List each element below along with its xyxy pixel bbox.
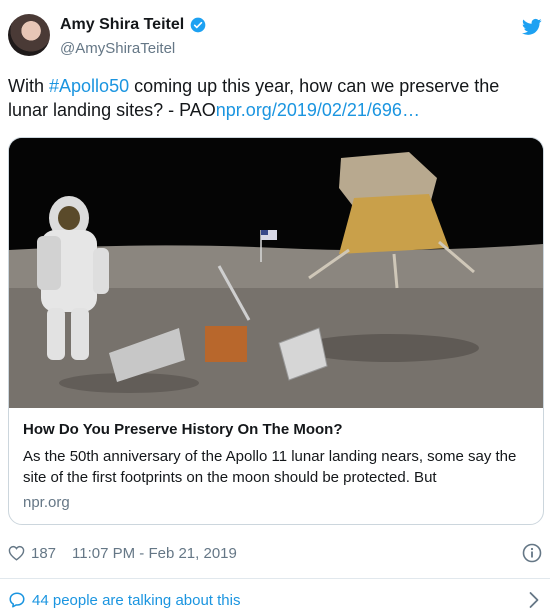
- tweet-text-start: With: [8, 76, 50, 96]
- tweet-meta: 187 11:07 PM - Feb 21, 2019: [8, 542, 542, 564]
- card-title[interactable]: How Do You Preserve History On The Moon?: [23, 420, 529, 440]
- card-body: How Do You Preserve History On The Moon?…: [9, 408, 543, 524]
- talking-about-label[interactable]: 44 people are talking about this: [32, 592, 240, 609]
- hashtag-link[interactable]: #Apollo50: [49, 76, 129, 96]
- tweet-header: Amy Shira Teitel @AmyShiraTeitel: [8, 10, 542, 60]
- moon-landing-photo: [9, 138, 543, 408]
- verified-badge-icon: [190, 17, 206, 33]
- user-handle[interactable]: @AmyShiraTeitel: [60, 40, 175, 57]
- info-icon[interactable]: [522, 543, 542, 563]
- divider: [0, 578, 550, 579]
- tweet-embed: Amy Shira Teitel @AmyShiraTeitel With #A…: [0, 0, 550, 614]
- timestamp[interactable]: 11:07 PM - Feb 21, 2019: [72, 545, 237, 562]
- link-card[interactable]: How Do You Preserve History On The Moon?…: [8, 137, 544, 525]
- article-link[interactable]: npr.org/2019/02/21/696…: [216, 100, 420, 120]
- like-count[interactable]: 187: [31, 545, 56, 562]
- card-description: As the 50th anniversary of the Apollo 11…: [23, 448, 517, 486]
- speech-bubble-icon: [9, 592, 25, 608]
- card-domain: npr.org: [23, 494, 70, 511]
- avatar[interactable]: [8, 14, 50, 56]
- twitter-bird-icon[interactable]: [522, 18, 542, 36]
- display-name[interactable]: Amy Shira Teitel: [60, 16, 184, 34]
- heart-icon[interactable]: [8, 545, 25, 561]
- chevron-right-icon[interactable]: [528, 591, 540, 609]
- talking-about-row[interactable]: 44 people are talking about this: [8, 589, 542, 611]
- name-row[interactable]: Amy Shira Teitel: [60, 16, 206, 34]
- tweet-text: With #Apollo50 coming up this year, how …: [8, 74, 538, 122]
